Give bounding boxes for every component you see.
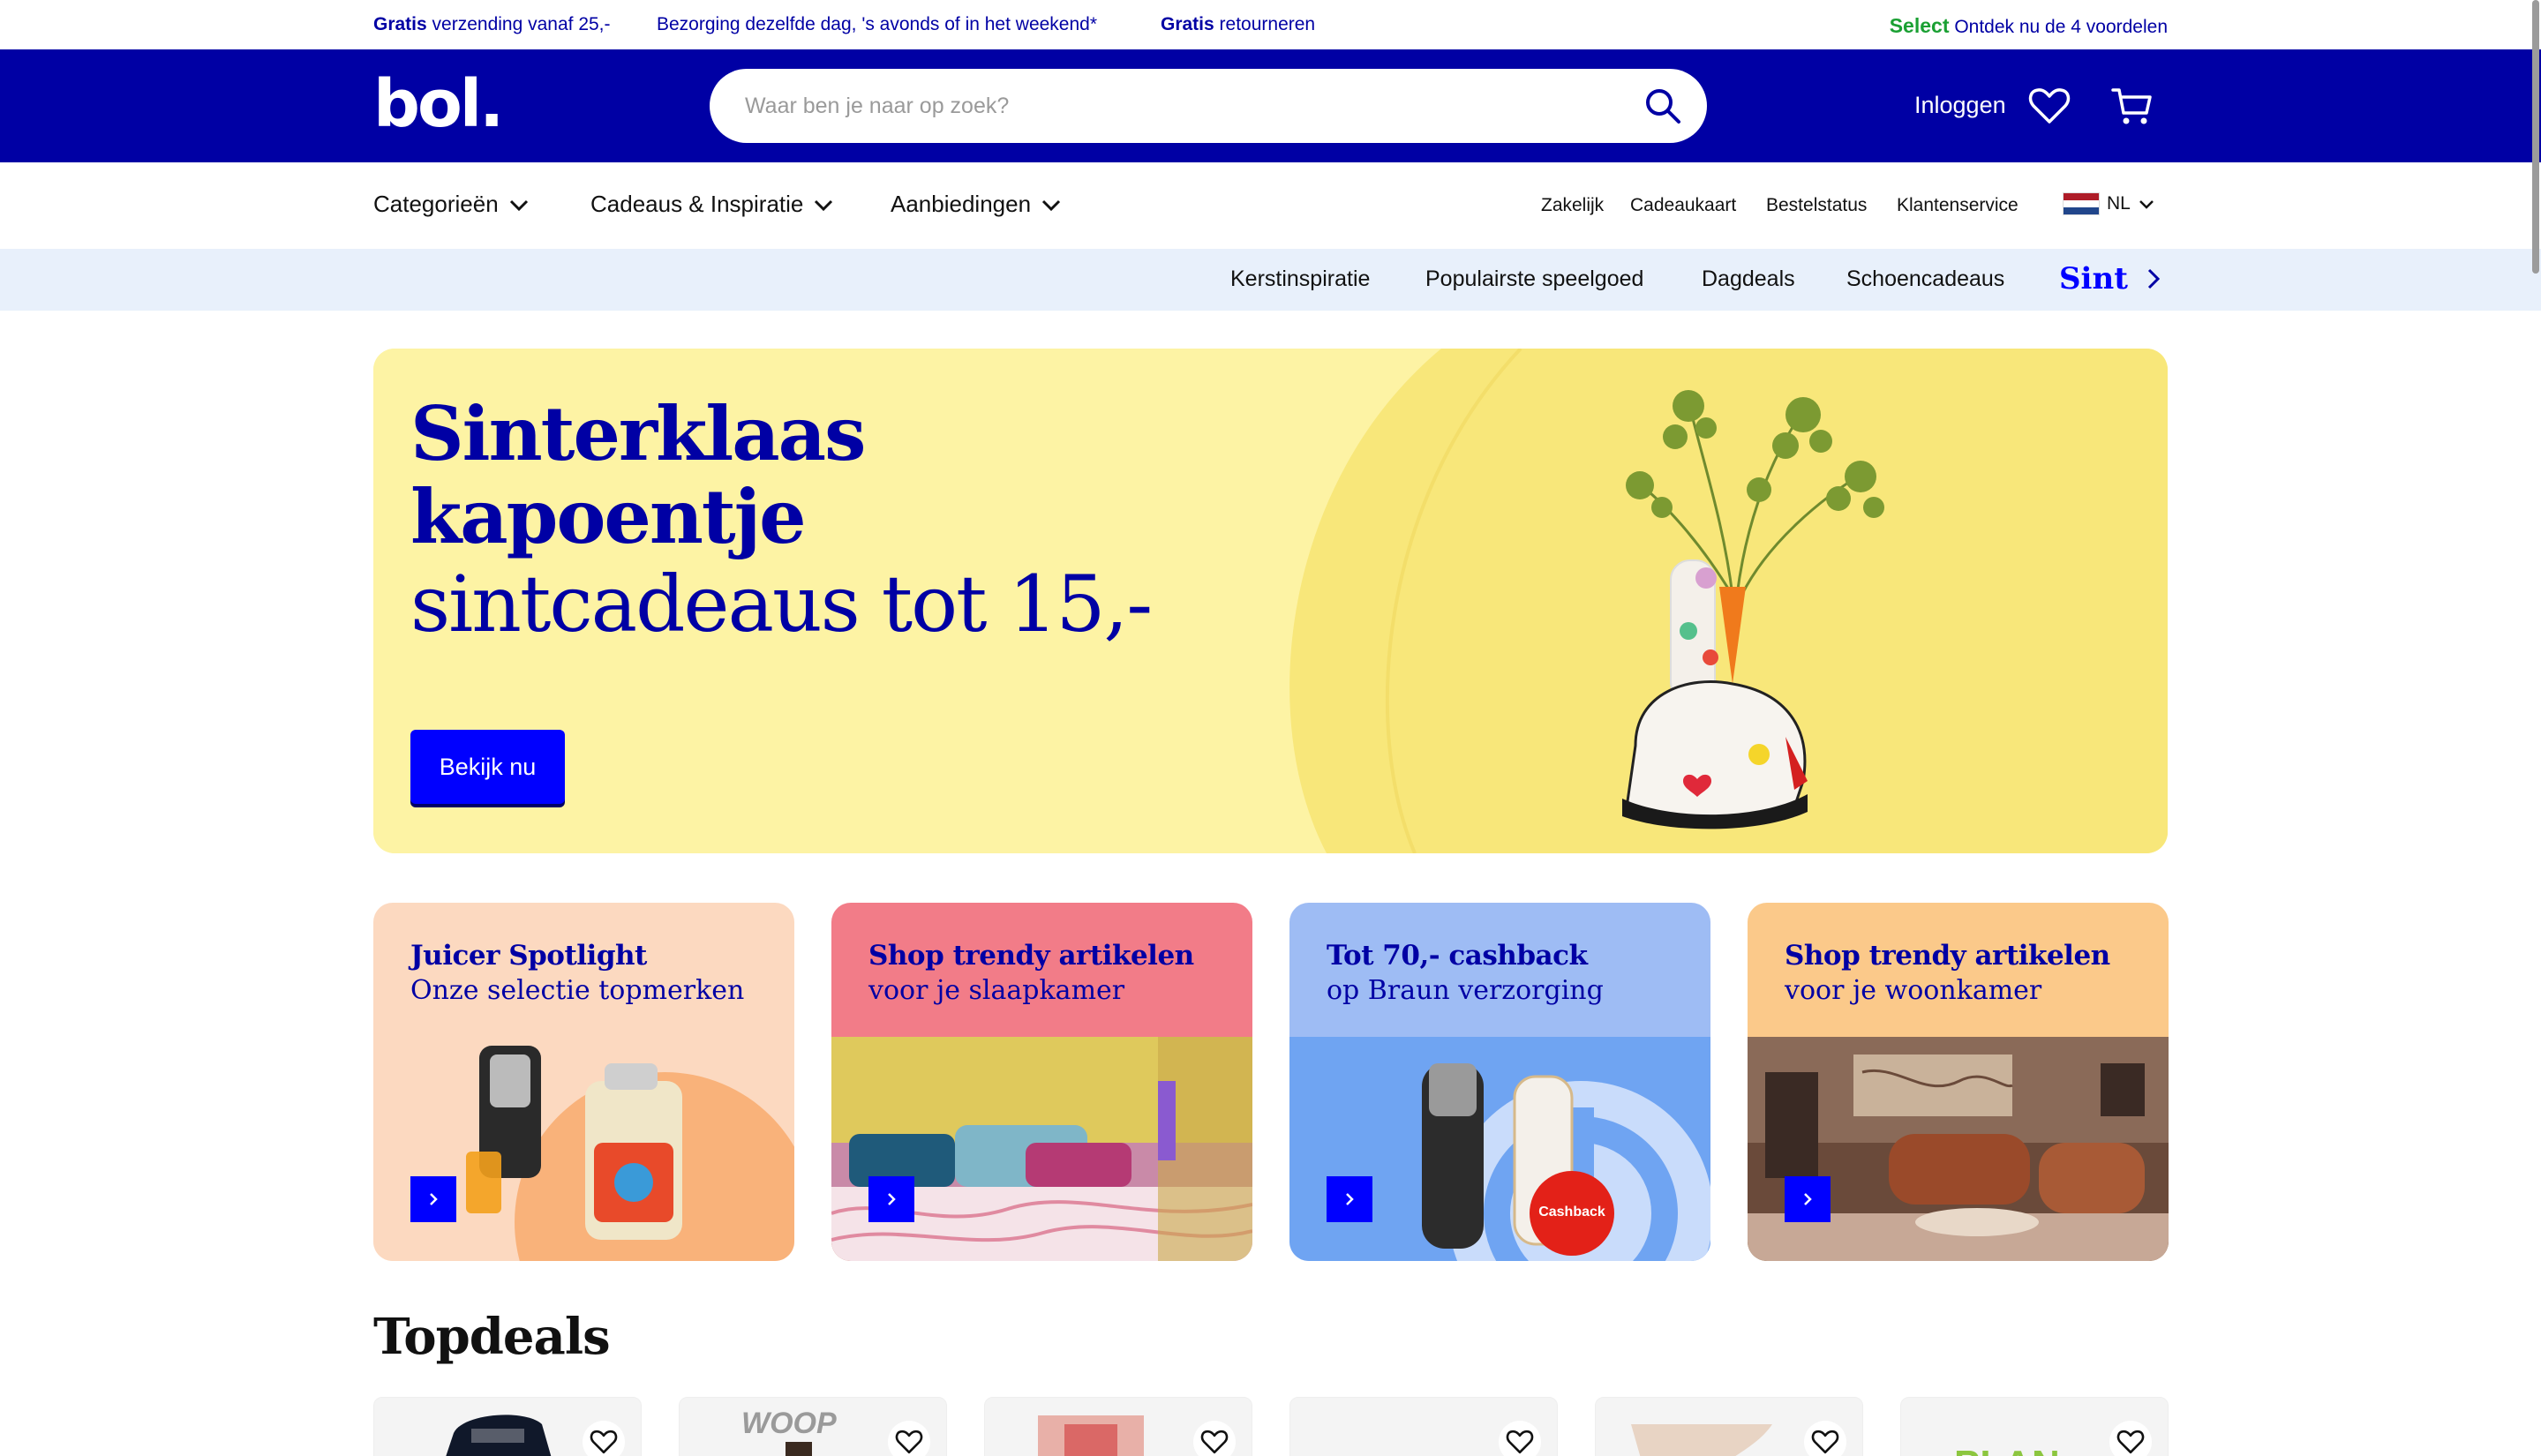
- card-subtitle: voor je woonkamer: [1785, 975, 2042, 1006]
- usp-text: verzending vanaf 25,-: [426, 14, 611, 34]
- link-giftcard[interactable]: Cadeaukaart: [1630, 195, 1736, 216]
- chevron-right-icon[interactable]: [2140, 266, 2167, 292]
- cashback-badge: Cashback: [1538, 1205, 1605, 1220]
- select-brand: Select: [1889, 14, 1950, 37]
- promo-card-livingroom[interactable]: Shop trendy artikelen voor je woonkamer: [1748, 903, 2169, 1261]
- inspiration-strip: Kerstinspiratie Populairste speelgoed Da…: [0, 249, 2541, 311]
- page-scrollbar[interactable]: [2532, 0, 2539, 274]
- search-icon[interactable]: [1642, 85, 1684, 127]
- bedroom-image: [831, 1037, 1252, 1261]
- svg-text:PLAN: PLAN: [1954, 1443, 2060, 1456]
- nav-categories[interactable]: Categorieën: [373, 191, 530, 218]
- deal-card[interactable]: WOOP: [679, 1397, 947, 1456]
- link-business[interactable]: Zakelijk: [1541, 195, 1604, 216]
- heart-icon[interactable]: [1193, 1421, 1236, 1456]
- search-bar: [710, 69, 1707, 143]
- sneaker-carrot-image: [1622, 390, 1884, 829]
- card-title: Juicer Spotlight: [410, 940, 647, 972]
- nav-gifts-inspiration[interactable]: Cadeaus & Inspiratie: [590, 191, 835, 218]
- heart-icon[interactable]: [1499, 1421, 1541, 1456]
- usp-free-shipping[interactable]: Gratis verzending vanaf 25,-: [373, 14, 611, 35]
- hero-subtitle: sintcadeaus tot 15,-: [410, 559, 1153, 649]
- category-nav: Categorieën Cadeaus & Inspiratie Aanbied…: [0, 162, 2541, 249]
- chevron-right-icon: [1346, 1193, 1354, 1205]
- cart-icon[interactable]: [2109, 83, 2155, 129]
- card-arrow-button[interactable]: [1785, 1176, 1831, 1222]
- insp-christmas[interactable]: Kerstinspiratie: [1230, 266, 1370, 292]
- deal-card[interactable]: [373, 1397, 642, 1456]
- chevron-right-icon: [888, 1193, 896, 1205]
- link-customer-service[interactable]: Klantenservice: [1897, 195, 2019, 216]
- topdeals-title: Topdeals: [373, 1308, 611, 1366]
- card-title: Shop trendy artikelen: [1785, 940, 2110, 972]
- promo-card-braun[interactable]: Tot 70,- cashback op Braun verzorging Ca…: [1289, 903, 1710, 1261]
- usp-text: Bezorging dezelfde dag, 's avonds of in …: [657, 14, 1098, 34]
- chevron-down-icon: [2139, 200, 2154, 209]
- usp-bar: Gratis verzending vanaf 25,- Bezorging d…: [0, 0, 2541, 49]
- insp-sint[interactable]: Sint: [2059, 261, 2128, 296]
- hero-title-line1: Sinterklaas: [410, 390, 866, 477]
- heart-icon[interactable]: [888, 1421, 930, 1456]
- usp-text: retourneren: [1214, 14, 1316, 34]
- select-text: Ontdek nu de 4 voordelen: [1949, 17, 2168, 37]
- card-title: Shop trendy artikelen: [868, 940, 1194, 972]
- nav-label: Aanbiedingen: [891, 191, 1032, 217]
- language-label: NL: [2107, 193, 2131, 214]
- promo-card-bedroom[interactable]: Shop trendy artikelen voor je slaapkamer: [831, 903, 1252, 1261]
- nav-label: Categorieën: [373, 191, 499, 217]
- deal-card[interactable]: [1289, 1397, 1558, 1456]
- heart-icon[interactable]: [583, 1421, 625, 1456]
- bol-logo[interactable]: bol.: [373, 69, 504, 139]
- card-arrow-button[interactable]: [410, 1176, 456, 1222]
- deal-card[interactable]: PLAN: [1900, 1397, 2169, 1456]
- braun-image: [1289, 1037, 1710, 1261]
- card-subtitle: op Braun verzorging: [1327, 975, 1604, 1006]
- chevron-down-icon: [1041, 199, 1061, 211]
- deal-card[interactable]: [1595, 1397, 1863, 1456]
- nav-label: Cadeaus & Inspiratie: [590, 191, 804, 217]
- chevron-right-icon: [1804, 1193, 1812, 1205]
- language-selector[interactable]: NL: [2063, 192, 2155, 215]
- heart-icon[interactable]: [2026, 83, 2072, 129]
- hero-banner[interactable]: Sinterklaas kapoentje sintcadeaus tot 15…: [373, 349, 2168, 853]
- search-input[interactable]: [745, 85, 1610, 127]
- insp-popular-toys[interactable]: Populairste speelgoed: [1425, 266, 1643, 292]
- promo-card-juicer[interactable]: Juicer Spotlight Onze selectie topmerken: [373, 903, 794, 1261]
- hero-title: Sinterklaas kapoentje: [410, 390, 866, 560]
- deal-card[interactable]: [984, 1397, 1252, 1456]
- hero-title-line2: kapoentje: [410, 473, 807, 560]
- link-order-status[interactable]: Bestelstatus: [1766, 195, 1867, 216]
- nav-deals[interactable]: Aanbiedingen: [891, 191, 1063, 218]
- livingroom-image: [1748, 1037, 2169, 1261]
- insp-shoe-gifts[interactable]: Schoencadeaus: [1846, 266, 2004, 292]
- card-title: Tot 70,- cashback: [1327, 940, 1588, 972]
- heart-icon[interactable]: [1804, 1421, 1846, 1456]
- svg-text:WOOP: WOOP: [741, 1407, 837, 1440]
- usp-free-returns[interactable]: Gratis retourneren: [1161, 14, 1315, 35]
- insp-daydeals[interactable]: Dagdeals: [1702, 266, 1795, 292]
- card-arrow-button[interactable]: [868, 1176, 914, 1222]
- site-header: bol. Inloggen: [0, 49, 2541, 162]
- chevron-down-icon: [509, 199, 528, 211]
- chevron-down-icon: [815, 199, 833, 211]
- card-arrow-button[interactable]: [1327, 1176, 1372, 1222]
- usp-bold: Gratis: [1161, 14, 1214, 34]
- usp-delivery[interactable]: Bezorging dezelfde dag, 's avonds of in …: [657, 14, 1097, 35]
- login-link[interactable]: Inloggen: [1914, 92, 2006, 119]
- card-subtitle: voor je slaapkamer: [868, 975, 1125, 1006]
- chevron-right-icon: [430, 1193, 438, 1205]
- juicer-image: [373, 1037, 794, 1261]
- nl-flag-icon: [2063, 192, 2100, 215]
- usp-bold: Gratis: [373, 14, 427, 34]
- card-subtitle: Onze selectie topmerken: [410, 975, 745, 1006]
- usp-select[interactable]: Select Ontdek nu de 4 voordelen: [1890, 14, 2168, 38]
- heart-icon[interactable]: [2109, 1421, 2152, 1456]
- hero-cta-button[interactable]: Bekijk nu: [410, 730, 565, 804]
